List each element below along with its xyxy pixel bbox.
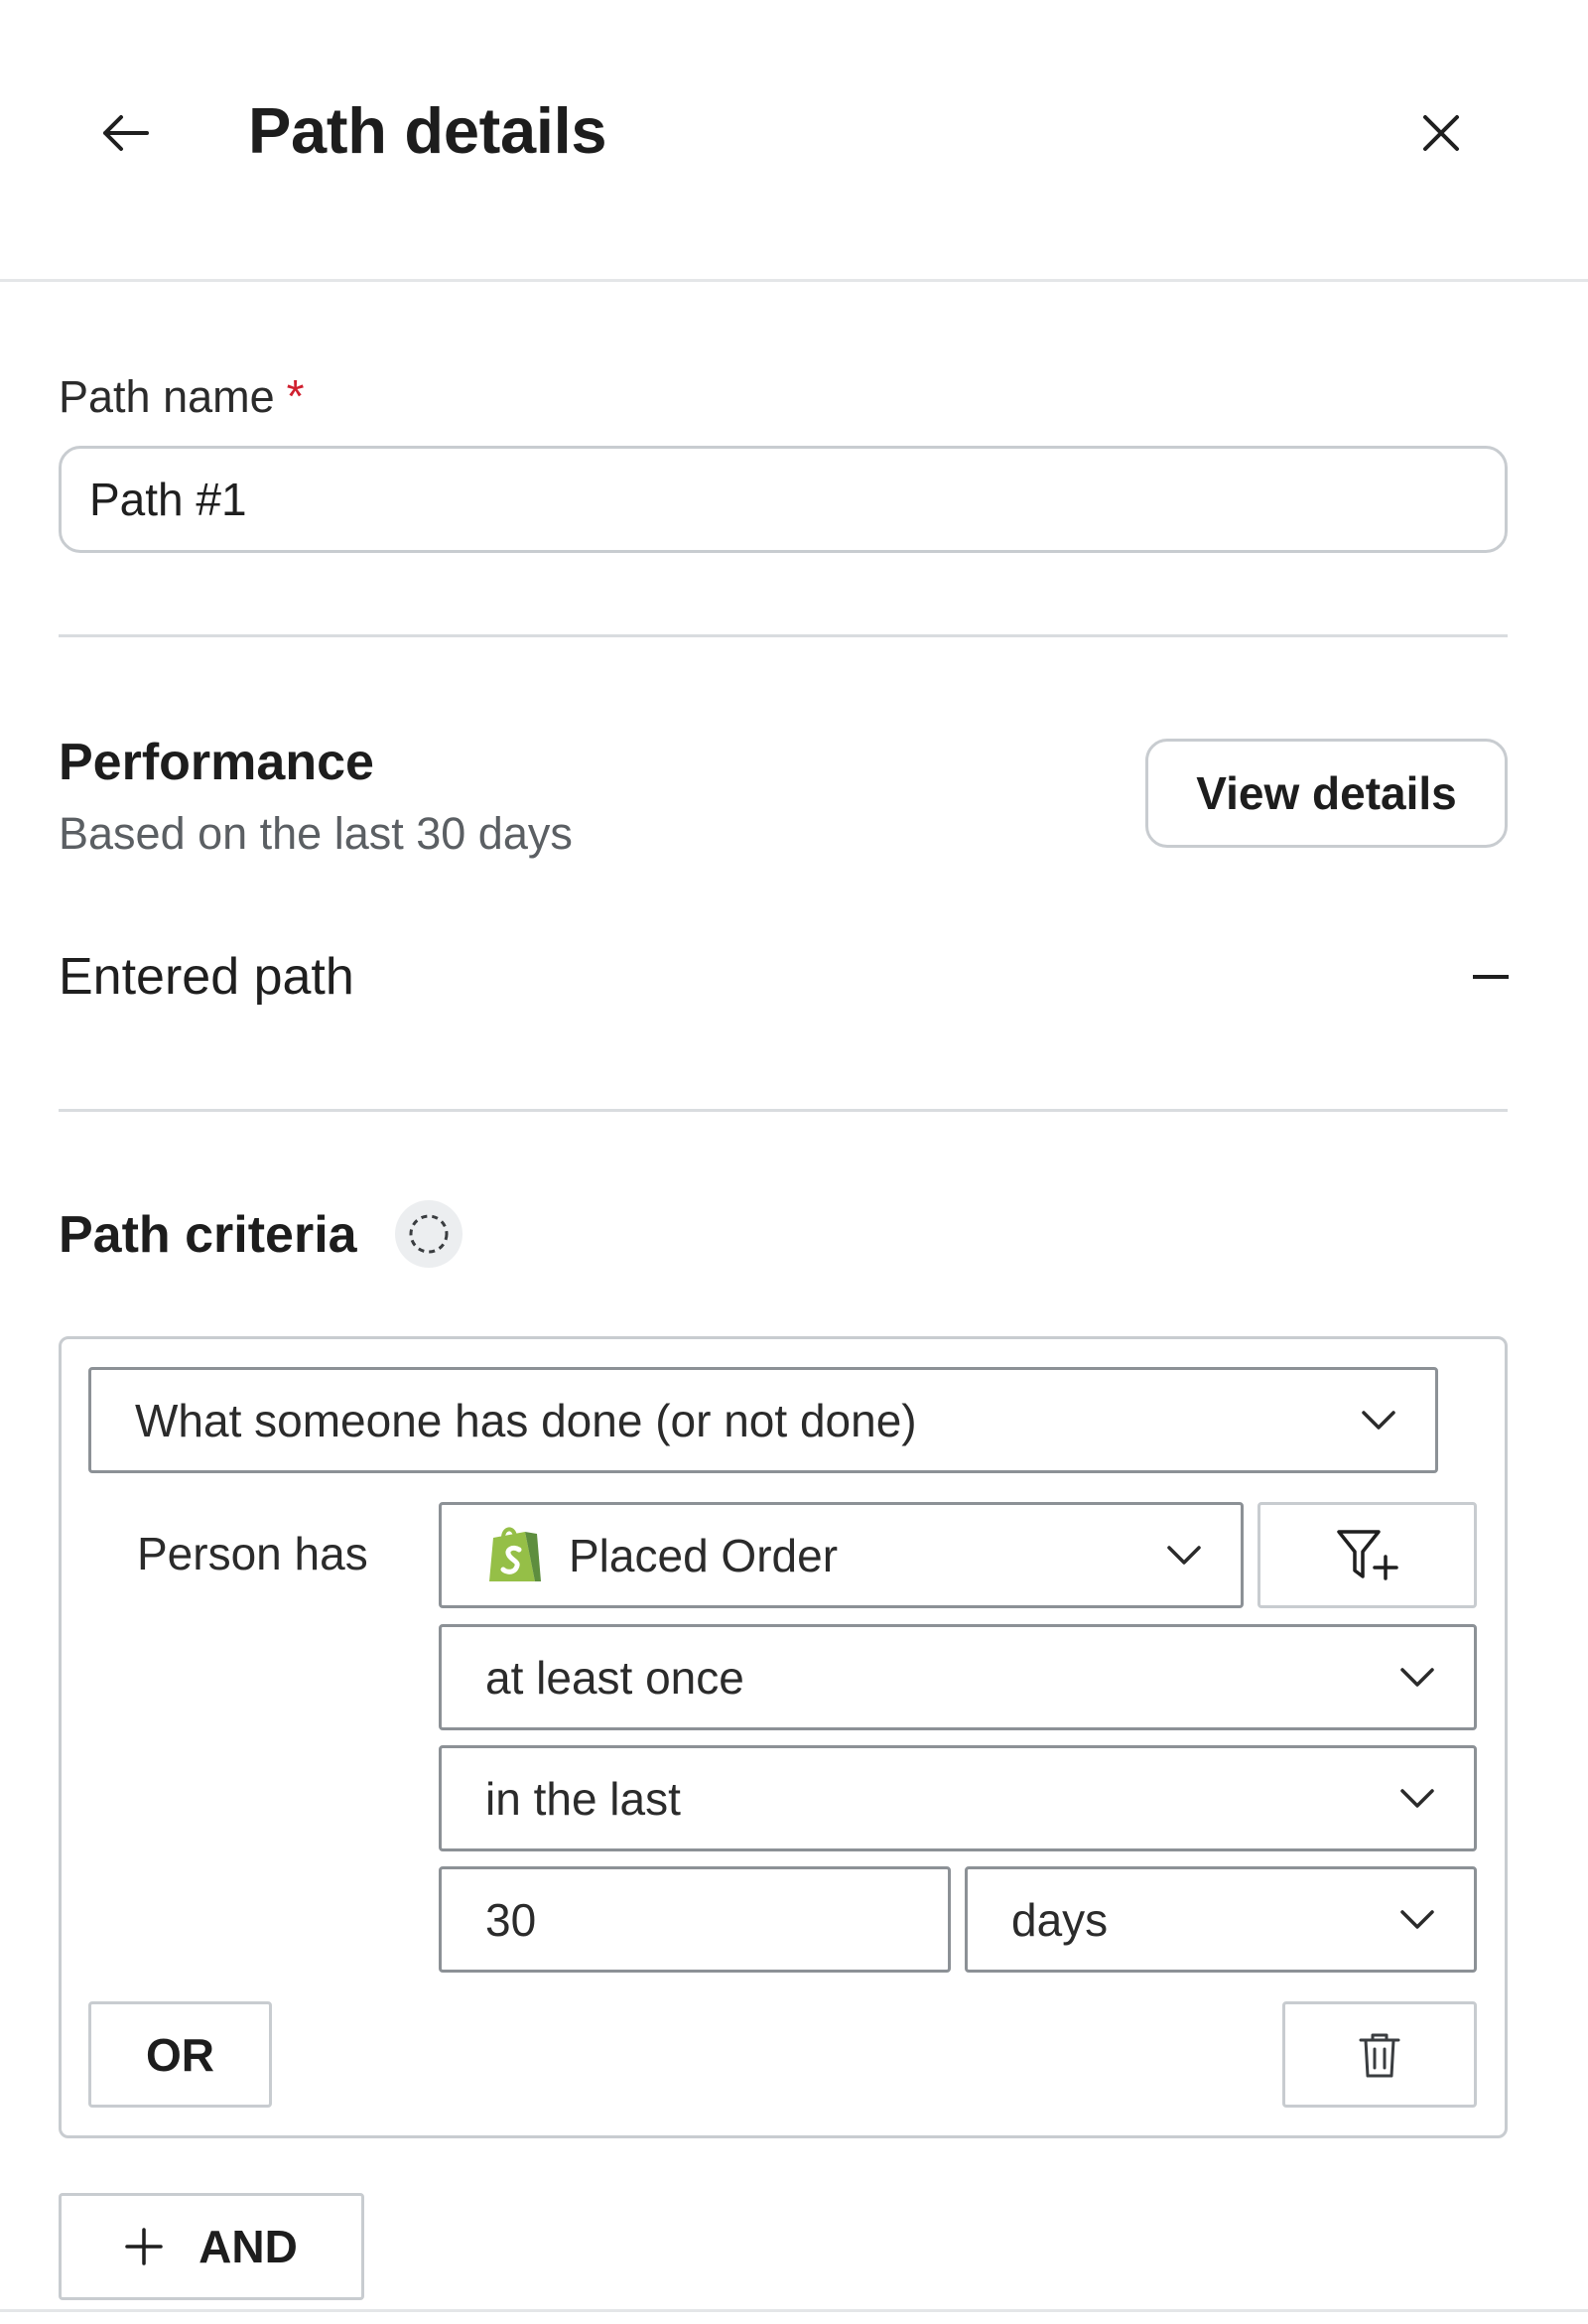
frequency-value: at least once — [485, 1651, 744, 1704]
add-and-button[interactable]: AND — [59, 2193, 364, 2300]
chevron-down-icon — [1400, 1909, 1434, 1929]
plus-icon — [125, 2228, 163, 2265]
required-mark: * — [286, 370, 305, 422]
performance-title: Performance — [59, 734, 374, 791]
view-details-button[interactable]: View details — [1145, 739, 1508, 848]
timeframe-select[interactable]: in the last — [439, 1745, 1477, 1851]
entered-path-label: Entered path — [59, 948, 354, 1006]
shopify-icon — [489, 1527, 541, 1581]
trash-icon — [1359, 2033, 1400, 2077]
path-criteria-title: Path criteria — [59, 1206, 357, 1264]
event-select[interactable]: Placed Order — [439, 1502, 1244, 1608]
frequency-select[interactable]: at least once — [439, 1624, 1477, 1730]
panel-header: Path details — [0, 0, 1588, 282]
close-button[interactable] — [1403, 95, 1479, 171]
path-details-panel: Path details Path name* Performance Base… — [0, 0, 1588, 2324]
or-button[interactable]: OR — [88, 2001, 272, 2108]
add-filter-button[interactable] — [1257, 1502, 1477, 1608]
dashed-circle-icon — [409, 1214, 449, 1254]
divider — [0, 2309, 1588, 2312]
condition-type-value: What someone has done (or not done) — [135, 1394, 917, 1446]
timeframe-number-input[interactable] — [439, 1866, 951, 1973]
back-button[interactable] — [87, 95, 163, 171]
performance-subtitle: Based on the last 30 days — [59, 808, 573, 859]
page-title: Path details — [248, 94, 607, 167]
timeframe-unit-select[interactable]: days — [965, 1866, 1477, 1973]
path-name-label: Path name * — [59, 369, 305, 423]
path-name-input[interactable] — [59, 446, 1508, 553]
entered-path-value — [1473, 975, 1509, 979]
criteria-info-button[interactable] — [395, 1200, 463, 1268]
close-icon — [1423, 115, 1459, 151]
person-has-label: Person has — [137, 1528, 368, 1579]
event-value: Placed Order — [569, 1529, 839, 1581]
timeframe-value: in the last — [485, 1772, 681, 1825]
timeframe-unit-value: days — [1011, 1893, 1109, 1946]
chevron-down-icon — [1400, 1667, 1434, 1687]
path-name-label-text: Path name — [59, 371, 275, 422]
condition-type-select[interactable]: What someone has done (or not done) — [88, 1367, 1438, 1473]
chevron-down-icon — [1362, 1410, 1395, 1430]
delete-condition-button[interactable] — [1282, 2001, 1477, 2108]
filter-add-icon — [1336, 1529, 1398, 1580]
chevron-down-icon — [1167, 1545, 1201, 1565]
chevron-down-icon — [1400, 1788, 1434, 1808]
arrow-left-icon — [103, 115, 149, 151]
divider — [59, 1109, 1508, 1112]
and-label: AND — [198, 2221, 298, 2272]
divider — [59, 634, 1508, 637]
